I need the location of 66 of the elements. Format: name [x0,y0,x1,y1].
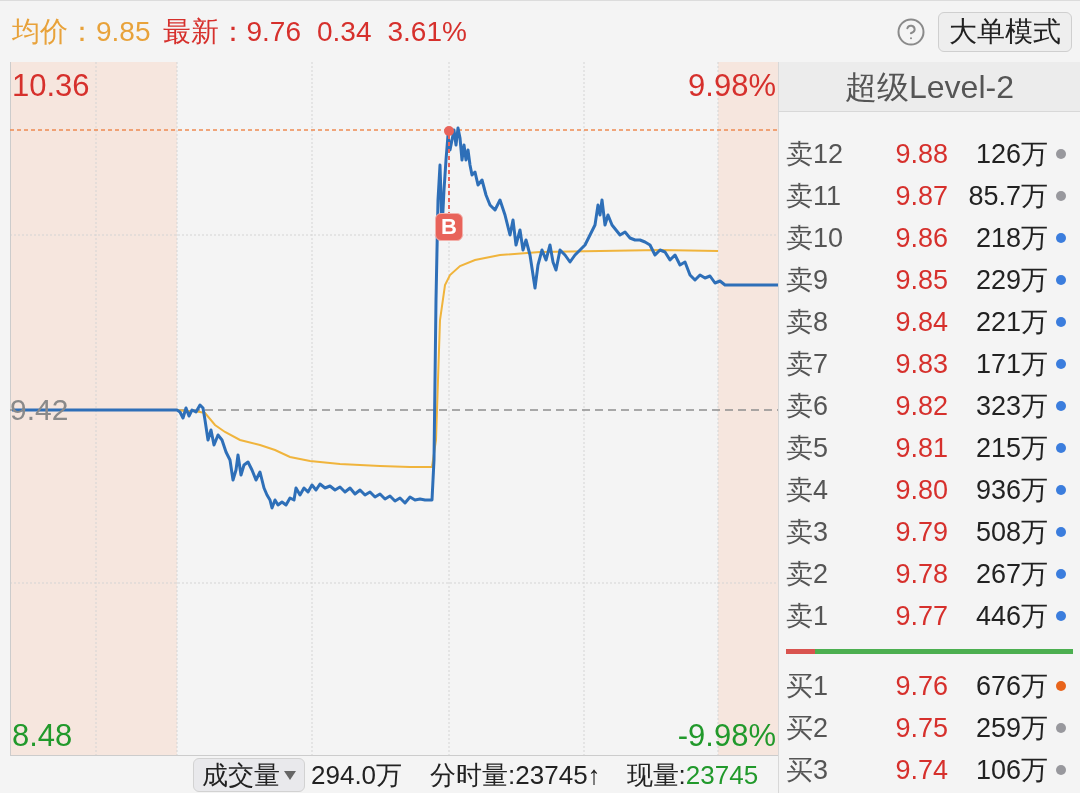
ask-volume: 508万 [975,518,1048,546]
buy-marker: B [435,213,463,241]
ask-price: 9.84 [895,308,948,336]
tick-volume: 分时量:23745↑ [430,762,601,788]
average-price-label: 均价： [12,17,96,46]
ask-price: 9.82 [895,392,948,420]
ask-level-label: 卖2 [786,560,829,588]
ask-volume: 218万 [975,224,1048,252]
ask-level-label: 卖1 [786,602,829,630]
bid-volume: 106万 [975,756,1048,784]
current-volume-value: 23745 [685,762,759,788]
bid-volume: 676万 [975,672,1048,700]
ask-level-label: 卖4 [786,476,829,504]
large-order-mode-button[interactable]: 大单模式 [938,11,1072,52]
ask-price: 9.83 [895,350,948,378]
volume-dropdown[interactable]: 成交量 [193,758,305,792]
bid-level-label: 买2 [786,714,829,742]
ask-level-label: 卖9 [786,266,829,294]
ask-volume: 323万 [975,392,1048,420]
ask-price: 9.87 [895,182,948,210]
bid-volume: 259万 [975,714,1048,742]
ask-price: 9.78 [895,560,948,588]
ask-volume: 446万 [975,602,1048,630]
total-volume: 294.0万 [311,762,403,788]
ask-level-label: 卖5 [786,434,829,462]
bid-price: 9.74 [895,756,948,784]
ask-price: 9.88 [895,140,948,168]
ask-volume: 221万 [975,308,1048,336]
peak-dot-icon [444,126,454,136]
ask-volume: 126万 [975,140,1048,168]
ask-level-label: 卖11 [786,182,842,210]
high-price-label: 10.36 [12,70,90,101]
ask-price: 9.80 [895,476,948,504]
ask-volume: 171万 [975,350,1048,378]
ask-level-label: 卖10 [786,224,844,252]
price-change: 0.34 [317,17,372,46]
ask-level-label: 卖3 [786,518,829,546]
ask-price: 9.77 [895,602,948,630]
low-price-label: 8.48 [12,720,73,751]
low-percent-label: -9.98% [677,720,776,751]
price-change-percent: 3.61% [387,17,467,46]
latest-price-label: 最新： [162,17,247,46]
ask-volume: 215万 [975,434,1048,462]
latest-price-value: 9.76 [246,17,301,46]
ask-volume: 936万 [975,476,1048,504]
order-book-header: 超级Level-2 [779,62,1080,112]
bid-level-label: 买3 [786,756,829,784]
ask-volume: 85.7万 [968,182,1048,210]
ask-volume: 267万 [975,560,1048,588]
bid-level-label: 买1 [786,672,829,700]
high-percent-label: 9.98% [688,70,776,101]
help-icon[interactable] [896,16,926,47]
ask-price: 9.86 [895,224,948,252]
average-price-value: 9.85 [96,17,151,46]
ask-level-label: 卖12 [786,140,844,168]
ask-price: 9.81 [895,434,948,462]
ask-level-label: 卖8 [786,308,829,336]
bid-price: 9.75 [895,714,948,742]
current-volume-label: 现量: [626,762,686,788]
ask-level-label: 卖7 [786,350,829,378]
ask-price: 9.79 [895,518,948,546]
ask-level-label: 卖6 [786,392,829,420]
bid-price: 9.76 [895,672,948,700]
ask-price: 9.85 [895,266,948,294]
caret-icon [284,770,296,780]
ask-volume: 229万 [975,266,1048,294]
